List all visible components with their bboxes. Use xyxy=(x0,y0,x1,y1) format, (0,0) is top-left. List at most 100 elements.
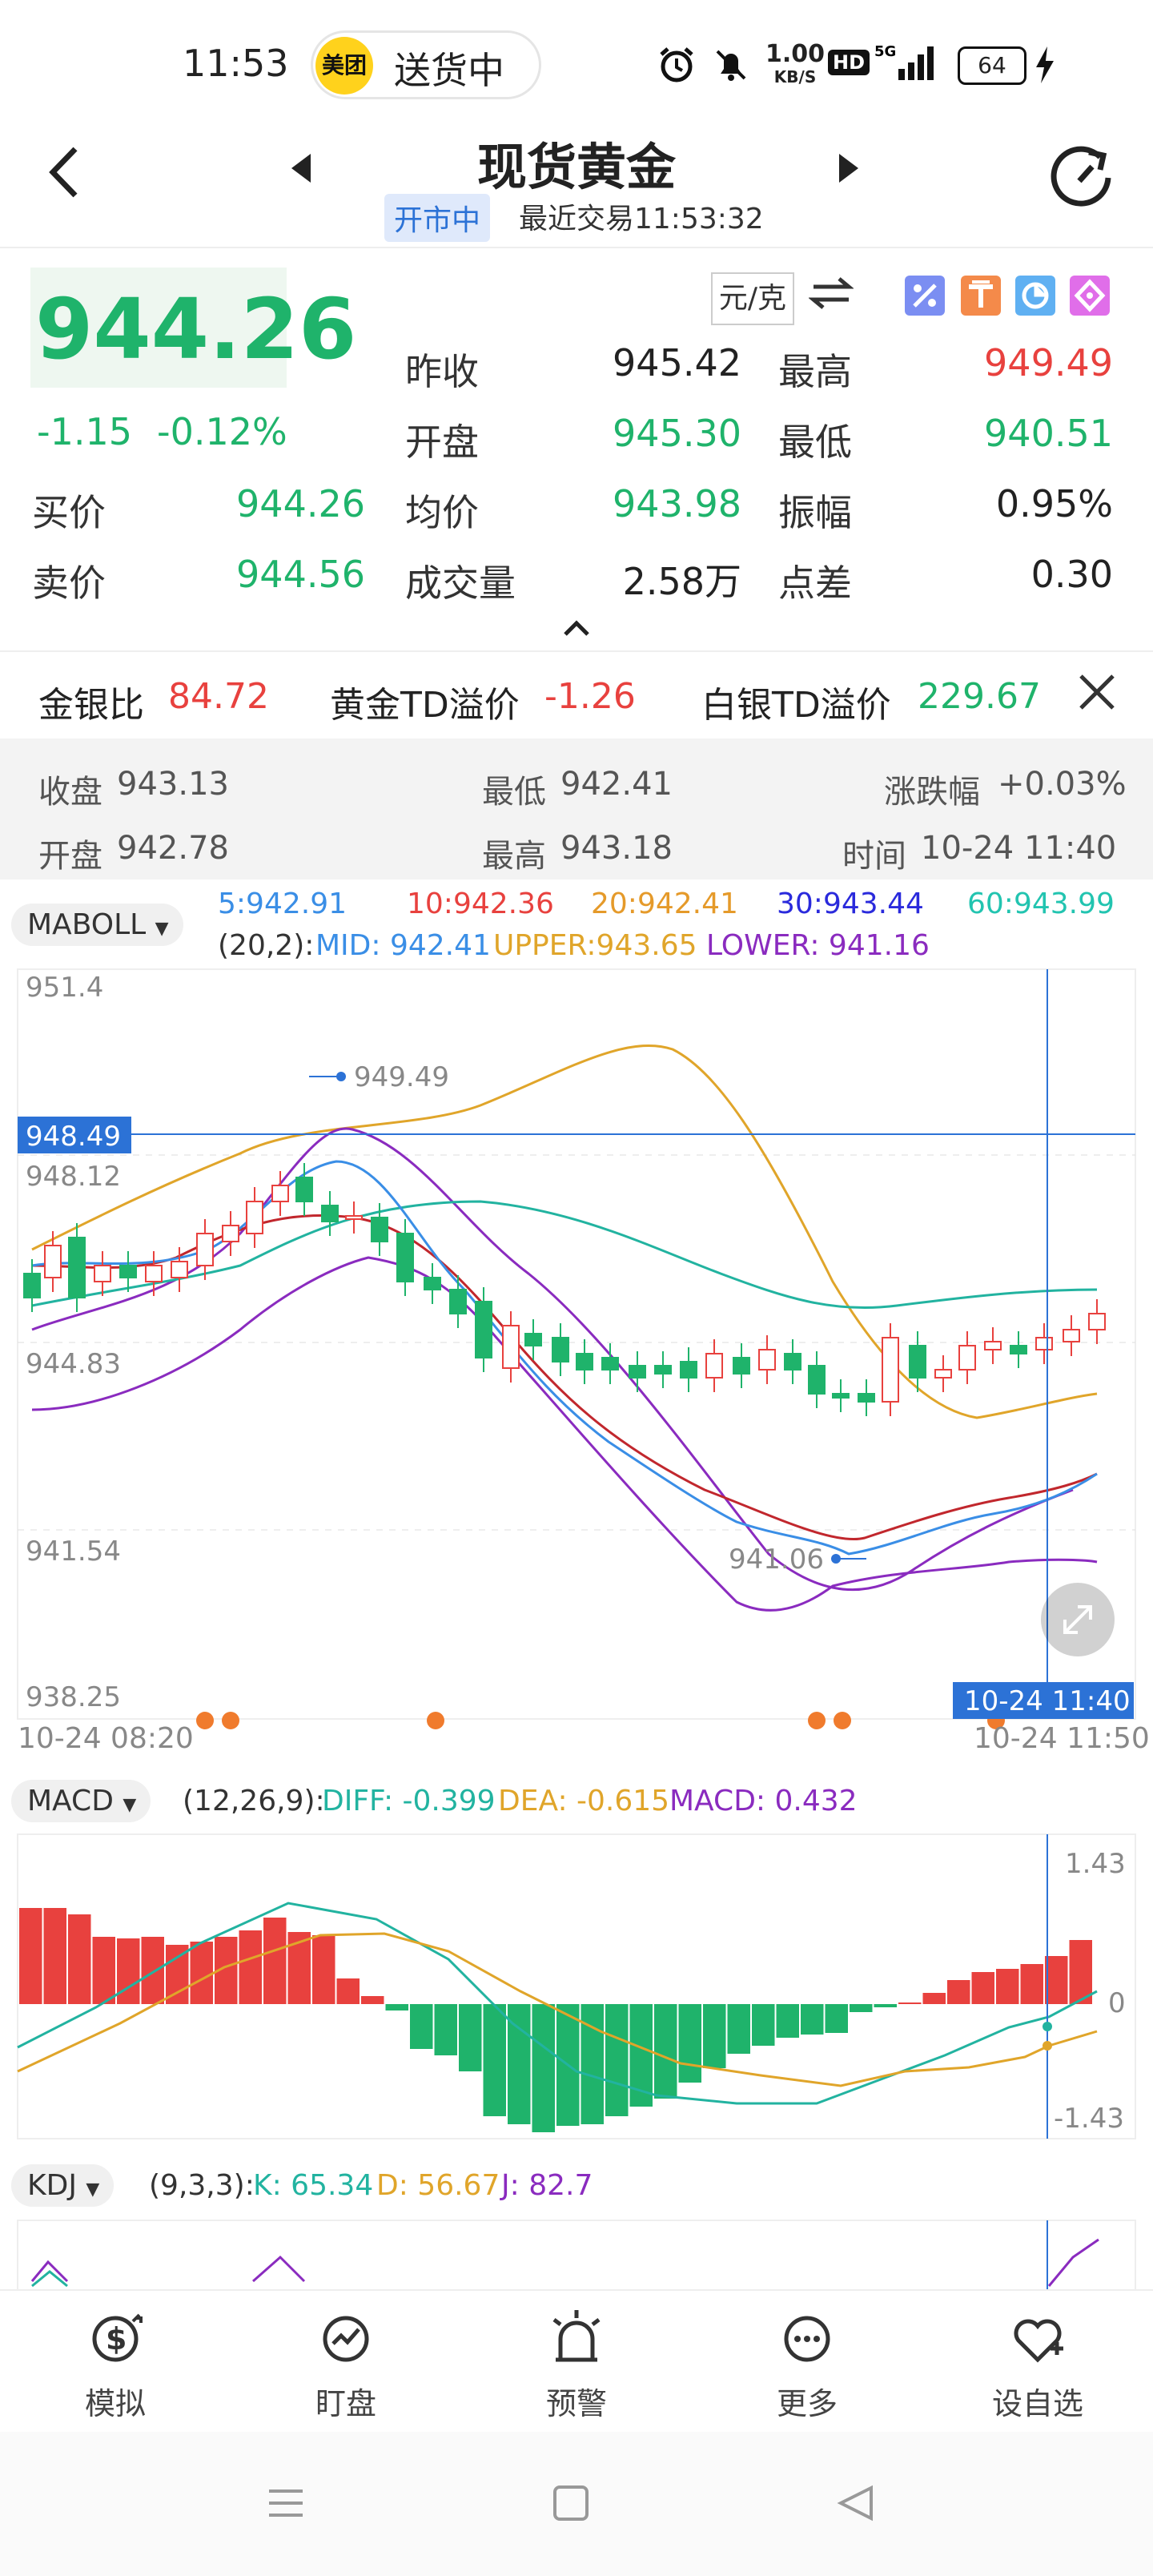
candle xyxy=(502,1325,520,1369)
candle xyxy=(909,1345,926,1379)
system-back-icon[interactable] xyxy=(836,2483,876,2526)
indicator-main-label: MABOLL xyxy=(27,908,147,941)
macd-diff: DIFF: -0.399 xyxy=(322,1785,496,1817)
candle xyxy=(858,1393,875,1403)
more-icon[interactable] xyxy=(775,2307,839,2374)
indicator-selector-kdj[interactable]: KDJ ▼ xyxy=(11,2164,114,2207)
nav-alert[interactable]: 预警 xyxy=(496,2379,657,2423)
unit-toggle[interactable]: 元/克 xyxy=(711,272,794,325)
low-label: 最低 xyxy=(778,421,852,464)
candle xyxy=(424,1277,441,1290)
diamond-tool-icon[interactable] xyxy=(1070,276,1110,316)
kdj-chart[interactable] xyxy=(0,2217,1153,2289)
macd-bar xyxy=(361,1996,384,2004)
status-time: 11:53 xyxy=(183,42,289,85)
candle xyxy=(44,1245,62,1278)
refresh-icon[interactable] xyxy=(1046,141,1118,216)
simulate-icon[interactable]: $ xyxy=(83,2307,147,2374)
macd-bar xyxy=(1045,1956,1068,2004)
recents-icon[interactable] xyxy=(266,2483,306,2526)
macd-bar xyxy=(801,2004,824,2035)
collapse-chevron-icon[interactable] xyxy=(560,618,593,641)
candle xyxy=(119,1265,137,1278)
favorite-add-icon[interactable] xyxy=(1006,2307,1070,2374)
close-icon[interactable] xyxy=(1075,670,1119,718)
pin-tool-icon[interactable] xyxy=(961,276,1001,316)
percent-tool-icon[interactable] xyxy=(905,276,945,316)
macd-bar xyxy=(703,2004,726,2068)
delivery-status: 送货中 xyxy=(394,49,504,92)
net-speed: 1.00 KB/S xyxy=(765,40,826,87)
open-label: 开盘 xyxy=(405,421,479,464)
candle xyxy=(371,1217,388,1242)
candle xyxy=(271,1185,289,1202)
macd-bar xyxy=(776,2004,799,2038)
ma20-value: 20:942.41 xyxy=(591,888,738,920)
candle xyxy=(654,1365,672,1375)
macd-bar xyxy=(190,1942,213,2004)
boll-lower: LOWER: 941.16 xyxy=(706,929,930,962)
min-marker-label: 941.06 xyxy=(729,1544,824,1576)
info-high-value: 943.18 xyxy=(560,830,673,867)
macd-bar xyxy=(1020,1964,1043,2004)
ma30-value: 30:943.44 xyxy=(777,888,924,920)
meituan-badge: 美团 xyxy=(315,37,373,95)
macd-bar xyxy=(532,2004,555,2132)
info-open-value: 942.78 xyxy=(117,830,229,867)
macd-params: (12,26,9): xyxy=(183,1785,325,1817)
amplitude-label: 振幅 xyxy=(778,491,852,534)
macd-bar xyxy=(239,1930,262,2004)
home-icon[interactable] xyxy=(551,2483,591,2526)
macd-bar xyxy=(947,1980,970,2004)
alert-icon[interactable] xyxy=(544,2304,609,2374)
prev-close-label: 昨收 xyxy=(405,350,479,393)
x-axis-end: 10-24 11:50 xyxy=(974,1722,1150,1755)
candle xyxy=(449,1289,467,1314)
crosshair-price-label: 948.49 xyxy=(26,1121,121,1153)
nav-simulate[interactable]: 模拟 xyxy=(35,2379,195,2423)
indicator-selector-macd[interactable]: MACD ▼ xyxy=(11,1780,151,1822)
nav-watch[interactable]: 盯盘 xyxy=(266,2379,426,2423)
candle xyxy=(758,1349,776,1371)
info-low-value: 942.41 xyxy=(560,766,673,803)
nav-favorite[interactable]: 设自选 xyxy=(958,2379,1118,2423)
candle xyxy=(145,1265,163,1282)
macd-chart[interactable]: 1.43 0 -1.43 xyxy=(0,1831,1153,2143)
candle xyxy=(321,1205,339,1222)
macd-bar xyxy=(92,1937,115,2004)
next-instrument-icon[interactable] xyxy=(836,152,860,187)
candle xyxy=(94,1265,111,1282)
macd-bar xyxy=(459,2004,482,2071)
macd-bar xyxy=(727,2004,750,2054)
amplitude-value: 0.95% xyxy=(995,482,1113,525)
indicator-kdj-label: KDJ xyxy=(27,2169,77,2202)
nav-more[interactable]: 更多 xyxy=(727,2379,887,2423)
watch-icon[interactable] xyxy=(314,2307,378,2374)
high-value: 949.49 xyxy=(984,341,1113,384)
ma60-value: 60:943.99 xyxy=(967,888,1115,920)
prev-instrument-icon[interactable] xyxy=(290,152,314,187)
ask-value: 944.56 xyxy=(236,553,365,596)
gold-td-label: 黄金TD溢价 xyxy=(330,685,520,726)
current-price: 944.26 xyxy=(35,280,357,378)
macd-bar xyxy=(141,1937,164,2004)
boll-bands xyxy=(31,1044,1098,1612)
swap-icon[interactable] xyxy=(808,271,854,326)
candle xyxy=(958,1345,976,1371)
y-axis-label: 944.83 xyxy=(26,1348,121,1380)
svg-text:5G: 5G xyxy=(874,43,896,60)
candle xyxy=(784,1353,801,1371)
macd-bar xyxy=(312,1935,335,2004)
macd-bar xyxy=(922,1993,946,2004)
info-time-value: 10-24 11:40 xyxy=(921,830,1117,867)
y-axis-label: 938.25 xyxy=(26,1681,121,1713)
macd-bar xyxy=(996,1969,1019,2004)
pie-tool-icon[interactable] xyxy=(1015,276,1055,316)
avg-value: 943.98 xyxy=(613,482,741,525)
indicator-macd-label: MACD xyxy=(27,1785,114,1817)
kline-chart[interactable]: 948.49 949.49 941.06 951.4 948.12 944.83… xyxy=(0,961,1153,1762)
macd-dea: DEA: -0.615 xyxy=(498,1785,670,1817)
indicator-selector-main[interactable]: MABOLL ▼ xyxy=(11,904,183,946)
macd-bar xyxy=(410,2004,433,2049)
silver-td-label: 白银TD溢价 xyxy=(701,685,891,726)
